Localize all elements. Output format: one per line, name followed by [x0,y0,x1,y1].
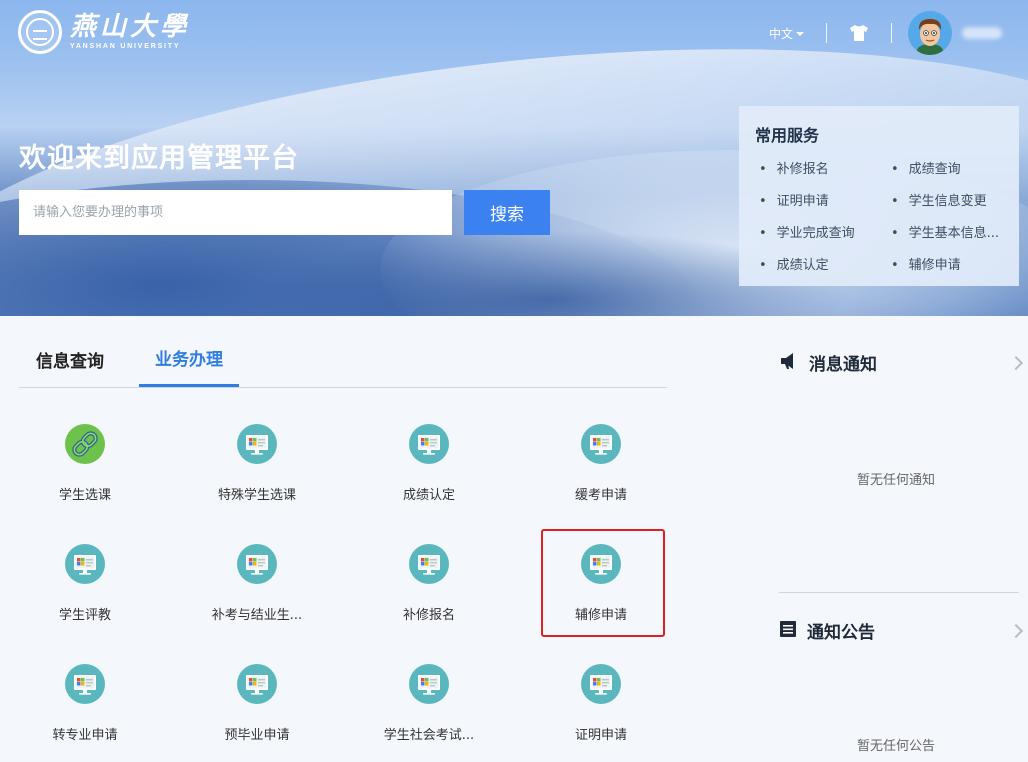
app-label: 特殊学生选课 [217,488,296,503]
hero-banner: 燕山大學 YANSHAN UNIVERSITY 中文 欢迎来到应用管理平台 请输… [0,0,1028,316]
search-button[interactable]: 搜索 [464,190,550,235]
monitor-icon [581,664,621,704]
common-service-item[interactable]: 证明申请 [755,190,887,209]
announcements-empty: 暂无任何公告 [857,739,936,754]
monitor-icon [581,424,621,464]
language-selector[interactable]: 中文 [769,25,804,42]
link-icon [65,424,105,464]
app-tile[interactable]: 学生社会考试... [354,644,504,744]
app-tile[interactable]: 缓考申请 [526,404,676,504]
app-tile[interactable]: 补考与结业生... [182,524,332,624]
top-bar: 中文 [769,10,1028,56]
chevron-right-icon[interactable] [1008,355,1024,370]
app-tile[interactable]: 学生评教 [10,524,160,624]
app-tile[interactable]: 预毕业申请 [182,644,332,744]
app-label: 学生选课 [58,488,111,503]
messages-title: 消息通知 [809,355,877,375]
app-tile[interactable]: 成绩认定 [354,404,504,504]
university-logo[interactable]: 燕山大學 YANSHAN UNIVERSITY [18,10,190,54]
language-label: 中文 [768,26,793,41]
caret-down-icon [796,32,804,36]
panel-divider [779,592,1019,593]
monitor-icon [237,424,277,464]
app-tile[interactable]: 学生选课 [10,404,160,504]
monitor-icon [65,664,105,704]
highlight-box [541,529,665,637]
divider [826,23,827,43]
common-services-panel: 常用服务 补修报名 成绩查询 证明申请 学生信息变更 学业完成查询 学生基本信息… [739,106,1019,286]
notice-icon [779,620,797,642]
announcements-title: 通知公告 [807,623,875,643]
app-tile[interactable]: 转专业申请 [10,644,160,744]
tab-info-query[interactable]: 信息查询 [19,330,121,388]
app-label: 预毕业申请 [224,728,290,743]
username-redacted [962,27,1002,39]
app-tile[interactable]: 证明申请 [526,644,676,744]
monitor-icon [409,664,449,704]
app-label: 缓考申请 [574,488,627,503]
university-seal-icon [18,10,62,54]
app-label: 学生评教 [58,608,111,623]
monitor-icon [237,664,277,704]
monitor-icon [237,544,277,584]
divider [891,23,892,43]
tab-business[interactable]: 业务办理 [139,330,239,387]
common-service-item[interactable]: 成绩认定 [755,254,887,273]
messages-header[interactable]: 消息通知 [779,350,1024,375]
tab-bar: 信息查询 业务办理 [19,330,667,388]
app-label: 转专业申请 [52,728,118,743]
common-services-title: 常用服务 [755,126,820,145]
shirt-icon[interactable] [849,23,869,43]
app-label: 学生社会考试... [383,728,475,743]
monitor-icon [409,544,449,584]
announcements-header[interactable]: 通知公告 [779,618,1024,643]
common-service-item[interactable]: 学生基本信息... [887,222,1019,241]
common-service-item[interactable]: 学生信息变更 [887,190,1019,209]
logo-text: 燕山大學 YANSHAN UNIVERSITY [70,14,190,50]
monitor-icon [409,424,449,464]
monitor-icon [65,544,105,584]
common-service-item[interactable]: 补修报名 [755,158,887,177]
app-tile[interactable]: 补修报名 [354,524,504,624]
common-service-item[interactable]: 辅修申请 [887,254,1019,273]
app-tile[interactable]: 特殊学生选课 [182,404,332,504]
megaphone-icon [779,352,799,374]
logo-name-en: YANSHAN UNIVERSITY [70,43,181,50]
logo-name-cn: 燕山大學 [70,12,191,42]
app-label: 成绩认定 [402,488,455,503]
app-label: 补修报名 [402,608,455,623]
common-service-item[interactable]: 成绩查询 [887,158,1019,177]
common-services-list: 补修报名 成绩查询 证明申请 学生信息变更 学业完成查询 学生基本信息... 成… [755,158,1003,273]
search-input[interactable] [19,190,452,235]
common-service-item[interactable]: 学业完成查询 [755,222,887,241]
avatar-icon[interactable] [908,11,952,55]
chevron-right-icon[interactable] [1008,623,1024,638]
welcome-title: 欢迎来到应用管理平台 [19,143,299,174]
messages-empty: 暂无任何通知 [857,473,936,488]
app-label: 补考与结业生... [211,608,303,623]
app-label: 证明申请 [574,728,627,743]
